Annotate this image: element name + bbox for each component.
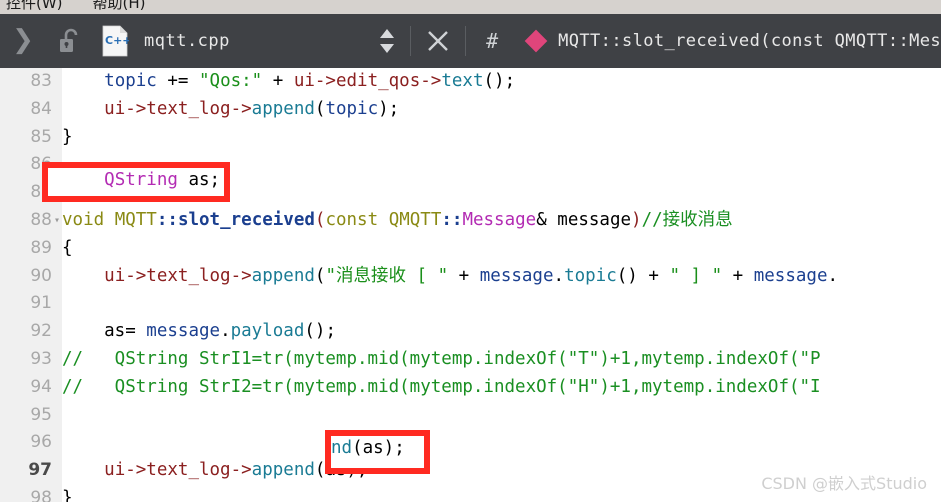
line-content[interactable]: {	[62, 235, 73, 263]
annotation-text-append: nd(as);	[331, 438, 405, 458]
cpp-file-icon[interactable]: C++	[94, 14, 136, 68]
line-number: 84	[30, 98, 52, 119]
qt-creator-editor-window: 控件(W) 帮助(H) ❯ C++ mqtt.cpp # MQTT::slot_…	[0, 0, 941, 502]
editor-toolbar: ❯ C++ mqtt.cpp # MQTT::slot_received(con…	[0, 14, 941, 68]
line-content[interactable]: }	[62, 485, 73, 502]
line-content[interactable]: topic += "Qos:" + ui->edit_qos->text();	[62, 68, 515, 96]
line-content[interactable]: ui->text_log->append("消息接收 [ " + message…	[62, 263, 838, 291]
line-number: 83	[30, 71, 52, 91]
line-content[interactable]: as= message.payload();	[62, 318, 336, 346]
line-number: 95	[30, 404, 52, 425]
pink-diamond-icon	[514, 14, 558, 68]
line-column-indicator[interactable]: #	[470, 14, 514, 68]
code-line[interactable]: 92 as= message.payload();	[0, 318, 941, 346]
line-number: 92	[30, 321, 52, 342]
line-number: 93	[30, 348, 52, 369]
line-number: 98	[30, 487, 52, 502]
svg-text:C++: C++	[105, 34, 129, 47]
code-line[interactable]: 88 ▾ void MQTT::slot_received(const QMQT…	[0, 207, 941, 235]
line-content[interactable]: ui->text_log->append(as);	[62, 457, 367, 485]
line-number: 91	[30, 293, 52, 314]
line-content[interactable]: // QString StrI1=tr(mytemp.mid(mytemp.in…	[62, 346, 821, 374]
current-symbol-label[interactable]: MQTT::slot_received(const QMQTT::Mes	[558, 31, 941, 51]
code-line[interactable]: 90 ui->text_log->append("消息接收 [ " + mess…	[0, 263, 941, 291]
code-line[interactable]: 84 ui->text_log->append(topic);	[0, 96, 941, 124]
code-editor-pane[interactable]: 83 topic += "Qos:" + ui->edit_qos->text(…	[0, 68, 941, 502]
code-line[interactable]: 96	[0, 429, 941, 457]
line-number: 96	[30, 432, 52, 453]
line-content[interactable]: }	[62, 124, 73, 152]
line-number: 94	[30, 376, 52, 397]
line-number: 88	[30, 209, 52, 230]
up-down-arrows-icon[interactable]	[368, 14, 406, 68]
line-content[interactable]: ui->text_log->append(topic);	[62, 96, 399, 124]
menu-item-help[interactable]: 帮助(H)	[93, 0, 146, 13]
code-line[interactable]: 89 {	[0, 235, 941, 263]
line-number: 90	[30, 265, 52, 286]
code-line[interactable]: 85 }	[0, 124, 941, 152]
code-area[interactable]: 83 topic += "Qos:" + ui->edit_qos->text(…	[0, 68, 941, 502]
menu-bar: 控件(W) 帮助(H)	[0, 0, 941, 14]
code-line[interactable]: 94 // QString StrI2=tr(mytemp.mid(mytemp…	[0, 374, 941, 402]
code-line[interactable]: 93 // QString StrI1=tr(mytemp.mid(mytemp…	[0, 346, 941, 374]
toolbar-divider-2	[465, 26, 467, 56]
unlocked-padlock-icon[interactable]	[46, 14, 94, 68]
line-number: 89	[30, 237, 52, 258]
code-line[interactable]: 91	[0, 290, 941, 318]
toolbar-divider-1	[410, 26, 412, 56]
csdn-watermark: CSDN @嵌入式Studio	[761, 474, 927, 493]
line-content[interactable]: // QString StrI2=tr(mytemp.mid(mytemp.in…	[62, 374, 821, 402]
fold-marker-icon[interactable]: ▾	[54, 207, 60, 235]
annotation-text-qstring: QString as;	[104, 170, 221, 190]
open-file-tab-label[interactable]: mqtt.cpp	[144, 31, 230, 51]
menu-item-widgets[interactable]: 控件(W)	[6, 0, 63, 13]
code-line[interactable]: 95	[0, 402, 941, 430]
code-line[interactable]: 83 topic += "Qos:" + ui->edit_qos->text(…	[0, 68, 941, 96]
chevron-right-icon[interactable]: ❯	[0, 14, 46, 68]
close-x-icon[interactable]	[415, 14, 461, 68]
line-number: 85	[30, 126, 52, 147]
line-content[interactable]: void MQTT::slot_received(const QMQTT::Me…	[62, 207, 733, 235]
line-number: 97	[28, 460, 52, 481]
